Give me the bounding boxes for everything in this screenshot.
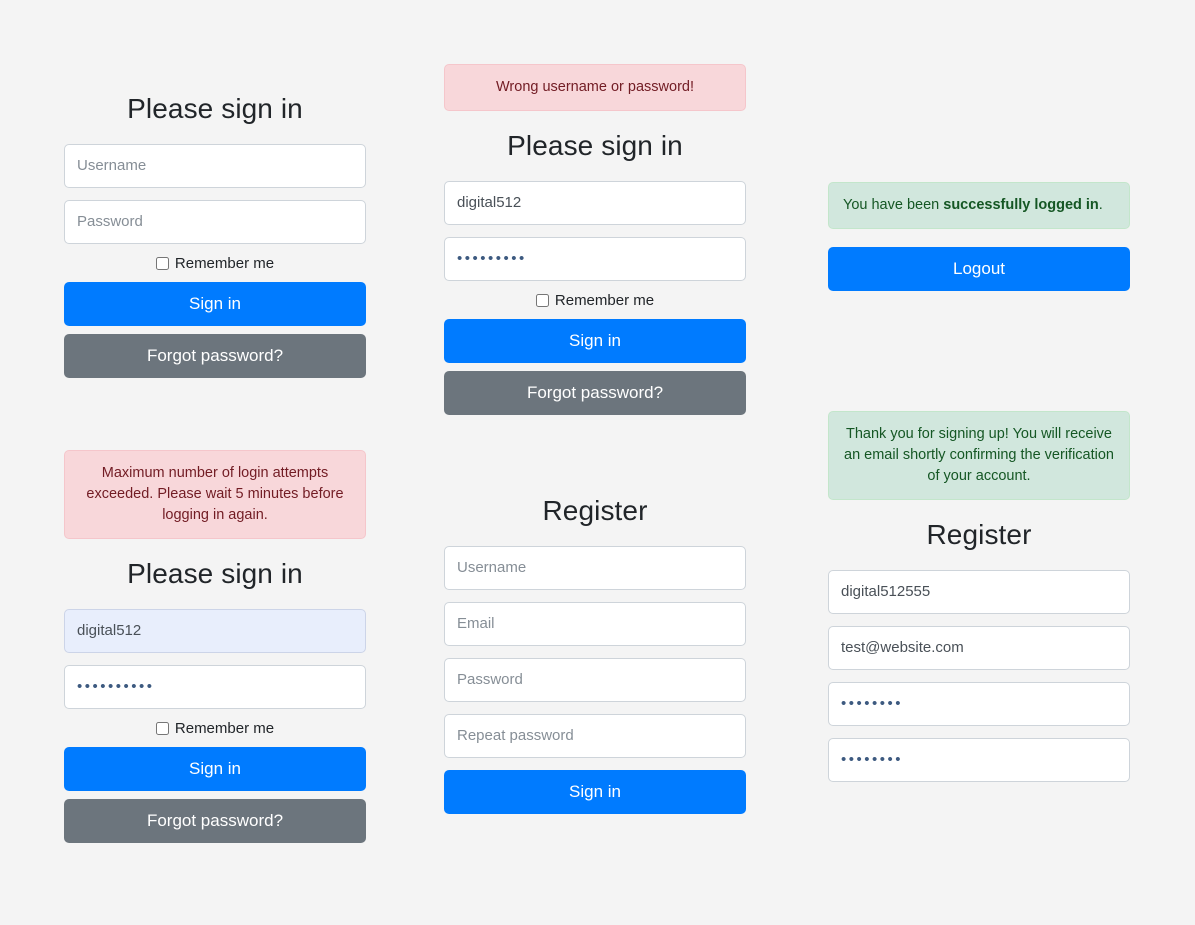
alert-text-strong: successfully logged in: [943, 197, 1099, 213]
signin-form-error: Wrong username or password! Please sign …: [444, 64, 746, 415]
password-input[interactable]: [444, 657, 746, 702]
password-input[interactable]: [828, 681, 1130, 726]
remember-me-label: Remember me: [174, 719, 275, 737]
register-form-filled: Thank you for signing up! You will recei…: [828, 411, 1130, 782]
forgot-password-button[interactable]: Forgot password?: [64, 333, 366, 378]
remember-me-row[interactable]: Remember me: [64, 720, 366, 737]
sign-in-button[interactable]: Sign in: [64, 281, 366, 326]
remember-me-row[interactable]: Remember me: [64, 255, 366, 272]
username-input[interactable]: [444, 180, 746, 225]
password-input[interactable]: [444, 236, 746, 281]
logout-button[interactable]: Logout: [828, 247, 1130, 292]
remember-me-label: Remember me: [554, 291, 655, 309]
remember-me-row[interactable]: Remember me: [444, 292, 746, 309]
remember-me-checkbox[interactable]: [155, 721, 169, 735]
password-input[interactable]: [64, 199, 366, 244]
page-title-register-filled: Register: [926, 519, 1032, 551]
username-input[interactable]: [444, 545, 746, 590]
alert-text-suffix: .: [1098, 197, 1103, 213]
forgot-password-button[interactable]: Forgot password?: [64, 798, 366, 843]
alert-wrong-credentials: Wrong username or password!: [444, 64, 746, 112]
remember-me-label: Remember me: [174, 254, 275, 272]
email-input[interactable]: [828, 625, 1130, 670]
page-title-signin-error: Please sign in: [507, 130, 683, 162]
sign-in-button[interactable]: Sign in: [64, 746, 366, 791]
alert-text-prefix: You have been: [843, 197, 944, 213]
repeat-password-input[interactable]: [444, 713, 746, 758]
register-form-empty: Register Sign in: [444, 494, 746, 814]
page-title-register-empty: Register: [542, 495, 648, 526]
alert-signup-thank-you: Thank you for signing up! You will recei…: [828, 411, 1130, 501]
repeat-password-input[interactable]: [828, 737, 1130, 782]
page-root: Please sign in Remember me Sign in Forgo…: [0, 0, 1195, 925]
page-title-signin-empty: Please sign in: [127, 93, 303, 124]
sign-in-button[interactable]: Sign in: [444, 318, 746, 363]
email-input[interactable]: [444, 601, 746, 646]
remember-me-checkbox[interactable]: [155, 256, 169, 270]
signin-form-empty: Please sign in Remember me Sign in Forgo…: [64, 92, 366, 378]
password-input[interactable]: [64, 664, 366, 709]
username-input[interactable]: [64, 608, 366, 653]
remember-me-checkbox[interactable]: [535, 293, 549, 307]
username-input[interactable]: [828, 569, 1130, 614]
username-input[interactable]: [64, 143, 366, 188]
logged-in-panel: You have been successfully logged in. Lo…: [828, 182, 1130, 292]
alert-successfully-logged-in: You have been successfully logged in.: [828, 182, 1130, 230]
page-title-signin-locked: Please sign in: [127, 558, 303, 590]
alert-login-attempts-exceeded: Maximum number of login attempts exceede…: [64, 450, 366, 540]
forgot-password-button[interactable]: Forgot password?: [444, 370, 746, 415]
signin-form-locked: Maximum number of login attempts exceede…: [64, 450, 366, 843]
sign-in-button[interactable]: Sign in: [444, 769, 746, 814]
